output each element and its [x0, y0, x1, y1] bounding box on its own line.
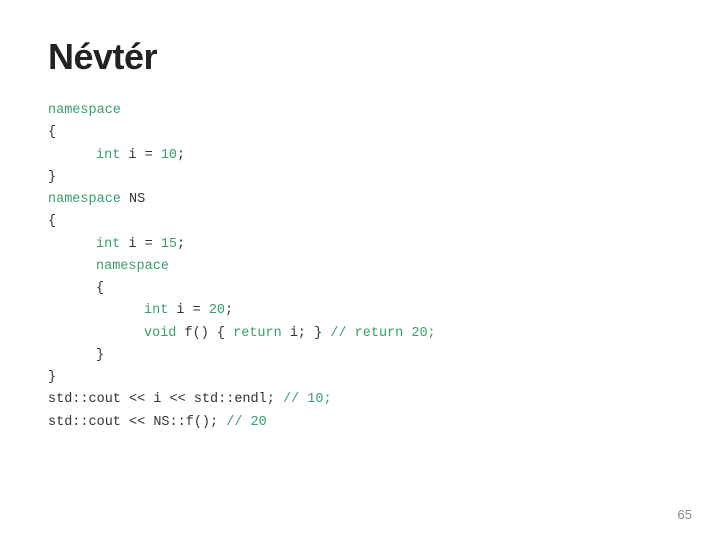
code-line-7: int i = 15;	[48, 234, 672, 256]
code-block: namespace { int i = 10; } namespace NS {…	[48, 100, 672, 434]
code-line-11: void f() { return i; } // return 20;	[48, 323, 672, 345]
code-line-4: }	[48, 167, 672, 189]
page-number: 65	[678, 507, 692, 522]
code-line-8: namespace	[48, 256, 672, 278]
code-line-5: namespace NS	[48, 189, 672, 211]
slide: Névtér namespace { int i = 10; } namespa…	[0, 0, 720, 540]
code-line-14: std::cout << i << std::endl; // 10;	[48, 389, 672, 411]
code-line-15: std::cout << NS::f(); // 20	[48, 412, 672, 434]
code-line-9: {	[48, 278, 672, 300]
code-line-10: int i = 20;	[48, 300, 672, 322]
code-line-2: {	[48, 122, 672, 144]
kw-namespace-1: namespace	[48, 103, 121, 118]
slide-title: Névtér	[48, 36, 672, 78]
code-line-1: namespace	[48, 100, 672, 122]
code-line-3: int i = 10;	[48, 145, 672, 167]
code-line-13: }	[48, 367, 672, 389]
code-line-12: }	[48, 345, 672, 367]
code-line-6: {	[48, 211, 672, 233]
